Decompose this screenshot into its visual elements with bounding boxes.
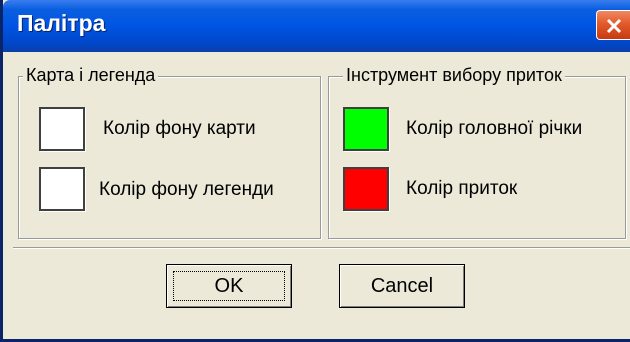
tributary-tool-group: Інструмент вибору приток Колір головної … xyxy=(328,65,626,239)
divider xyxy=(13,247,630,249)
legend-background-color-swatch[interactable] xyxy=(39,167,85,211)
cancel-button-label: Cancel xyxy=(370,274,434,297)
map-legend-group: Карта і легенда Колір фону карти Колір ф… xyxy=(18,65,321,239)
tributary-color-label: Колір приток xyxy=(406,178,518,199)
map-legend-group-label: Карта і легенда xyxy=(23,65,159,86)
close-button[interactable] xyxy=(596,10,630,40)
main-river-color-swatch[interactable] xyxy=(343,107,389,151)
map-background-color-swatch[interactable] xyxy=(39,107,85,151)
cancel-button[interactable]: Cancel xyxy=(339,264,465,308)
tributary-tool-group-label: Інструмент вибору приток xyxy=(343,65,565,86)
ok-button-label: OK xyxy=(214,274,244,297)
ok-button[interactable]: OK xyxy=(166,264,292,308)
close-icon xyxy=(606,18,622,34)
map-background-color-label: Колір фону карти xyxy=(103,118,256,139)
tributary-color-swatch[interactable] xyxy=(343,167,389,211)
legend-background-color-label: Колір фону легенди xyxy=(99,179,274,200)
title-bar[interactable]: Палітра xyxy=(3,0,630,52)
main-river-color-label: Колір головної річки xyxy=(406,118,583,139)
palette-dialog: Палітра Карта і легенда Колір фону карти… xyxy=(0,0,630,342)
window-title: Палітра xyxy=(17,10,106,36)
